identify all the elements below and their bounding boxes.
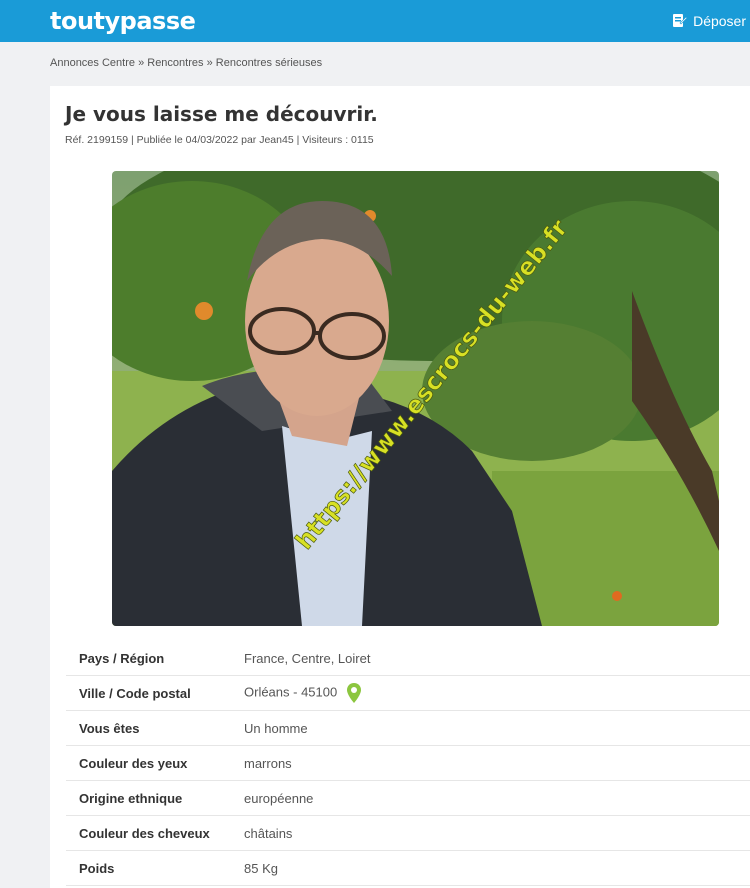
post-ad-icon [673,14,688,27]
detail-value: France, Centre, Loiret [244,650,371,666]
ad-title: Je vous laisse me découvrir. [65,102,378,126]
detail-row: Poids 85 Kg [66,851,750,886]
detail-label: Ville / Code postal [79,685,191,701]
breadcrumb-item-rencontres-serieuses[interactable]: Rencontres sérieuses [216,57,322,69]
detail-row: Couleur des yeux marrons [66,746,750,781]
breadcrumb-item-annonces-centre[interactable]: Annonces Centre [50,57,135,69]
detail-label: Origine ethnique [79,790,183,806]
city-postal-value: Orléans - 45100 [244,684,338,700]
detail-label: Vous êtes [79,720,140,736]
detail-value: européenne [244,790,314,806]
detail-row: Origine ethnique européenne [66,781,750,816]
detail-label: Couleur des yeux [79,755,188,771]
ad-photo-image: https://www.escrocs-du-web.fr [112,171,719,626]
detail-value: Orléans - 45100 [244,683,361,703]
detail-row: Vous êtes Un homme [66,711,750,746]
breadcrumb-separator: » [138,57,145,69]
detail-value: Un homme [244,720,308,736]
detail-value: châtains [244,825,293,841]
ad-card: Je vous laisse me découvrir. Réf. 219915… [50,86,750,888]
detail-value: 85 Kg [244,860,278,876]
detail-row: Pays / Région France, Centre, Loiret [66,641,750,676]
ad-photo[interactable]: https://www.escrocs-du-web.fr [112,171,719,626]
detail-row: Ville / Code postal Orléans - 45100 [66,676,750,711]
ad-meta: Réf. 2199159 | Publiée le 04/03/2022 par… [65,134,374,146]
map-pin-icon[interactable] [346,683,361,703]
detail-label: Poids [79,860,115,876]
detail-label: Pays / Région [79,650,165,666]
detail-row: Couleur des cheveux châtains [66,816,750,851]
post-ad-label: Déposer [693,13,746,29]
detail-label: Couleur des cheveux [79,825,210,841]
top-bar: toutypasse Déposer [0,0,750,42]
post-ad-button[interactable]: Déposer [671,13,746,29]
breadcrumb-item-rencontres[interactable]: Rencontres [147,57,203,69]
ad-details-table: Pays / Région France, Centre, Loiret Vil… [66,641,750,886]
detail-value: marrons [244,755,292,771]
breadcrumb: Annonces Centre » Rencontres » Rencontre… [0,42,750,69]
breadcrumb-separator: » [206,57,213,69]
site-logo[interactable]: toutypasse [50,7,196,35]
